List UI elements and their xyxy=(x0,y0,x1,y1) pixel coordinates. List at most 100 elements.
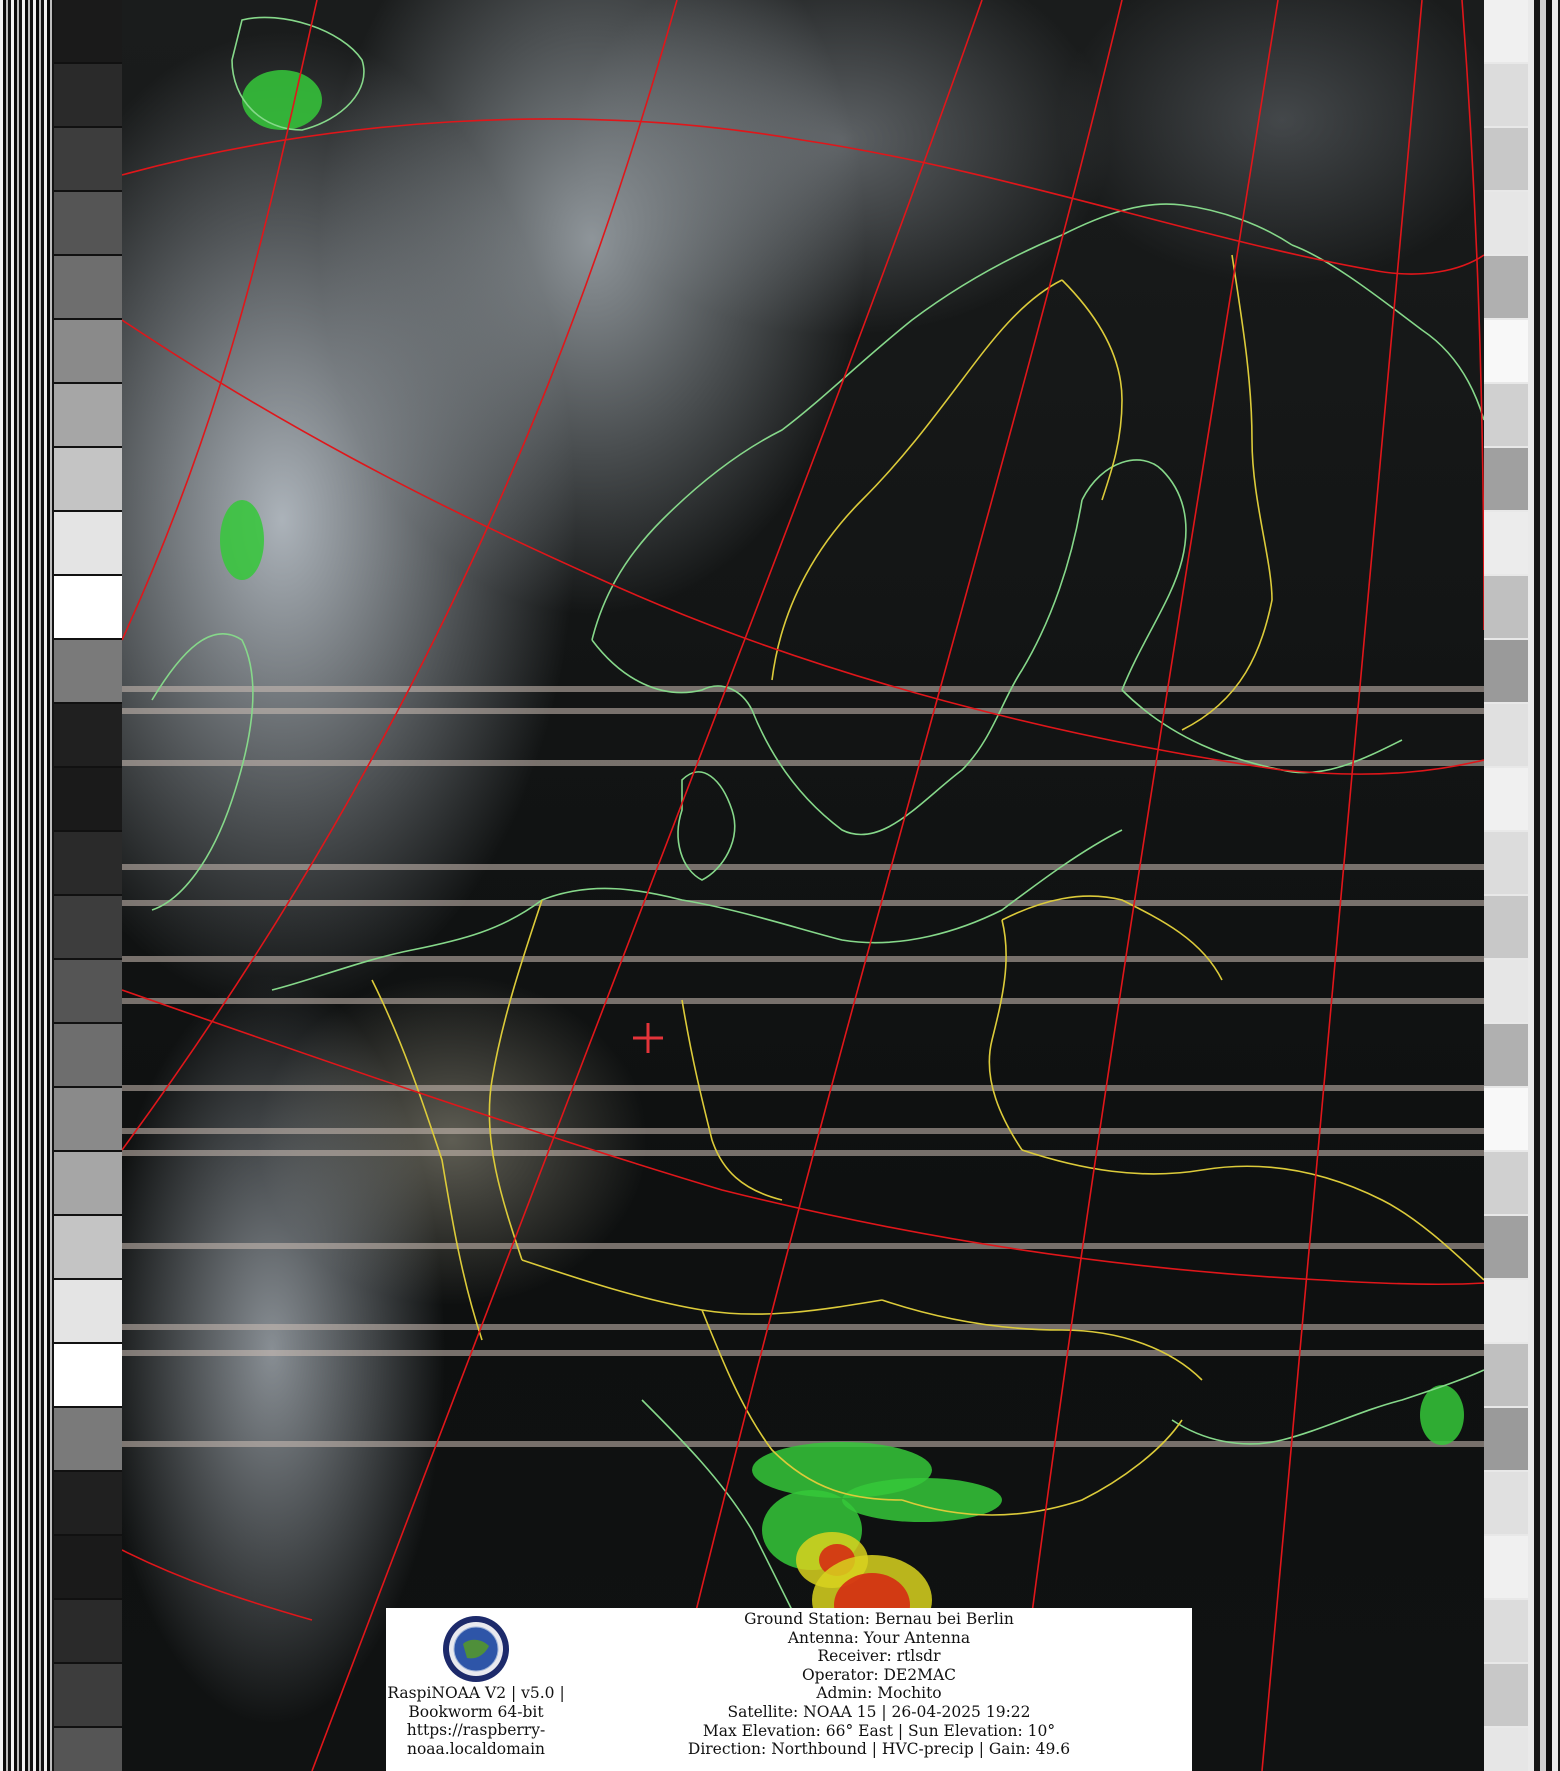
satellite-logo-icon xyxy=(443,1616,509,1682)
telemetry-wedge xyxy=(54,448,122,510)
telemetry-wedge xyxy=(54,1600,122,1662)
sweden-finland-border xyxy=(1061,279,1123,501)
right-sync-strip xyxy=(1528,0,1560,1771)
receiver-line: Receiver: rtlsdr xyxy=(817,1647,941,1666)
telemetry-wedge xyxy=(54,1344,122,1406)
software-line: RaspiNOAA V2 | v5.0 | xyxy=(387,1684,565,1702)
elevation-line: Max Elevation: 66° East | Sun Elevation:… xyxy=(702,1721,1056,1740)
telemetry-wedge xyxy=(1484,1408,1528,1470)
telemetry-wedge xyxy=(1484,384,1528,446)
telemetry-wedge xyxy=(1484,704,1528,766)
right-telemetry-strip xyxy=(1484,0,1528,1771)
telemetry-wedge xyxy=(1484,0,1528,62)
satellite-line: Satellite: NOAA 15 | 26-04-2025 19:22 xyxy=(727,1702,1031,1721)
noise-bands xyxy=(122,686,1484,1447)
meridian-7 xyxy=(1461,0,1484,631)
telemetry-wedge xyxy=(1484,896,1528,958)
meridian-2 xyxy=(122,0,678,1151)
telemetry-wedge xyxy=(1484,1216,1528,1278)
noise-band xyxy=(122,686,1484,692)
telemetry-wedge xyxy=(54,1472,122,1534)
telemetry-wedge xyxy=(1484,256,1528,318)
finland-russia-border xyxy=(1181,254,1273,731)
noise-band xyxy=(122,1128,1484,1134)
telemetry-wedge xyxy=(54,1216,122,1278)
direction-line: Direction: Northbound | HVC-precip | Gai… xyxy=(687,1740,1071,1759)
baltic-south-coast xyxy=(541,829,1123,944)
precip-cell xyxy=(242,70,322,130)
noise-band xyxy=(122,760,1484,766)
precip-cell xyxy=(220,500,264,580)
telemetry-wedge xyxy=(1484,128,1528,190)
telemetry-wedge xyxy=(54,1152,122,1214)
precip-cell xyxy=(1420,1385,1464,1445)
telemetry-wedge xyxy=(1484,640,1528,702)
noise-band xyxy=(122,1243,1484,1249)
map-overlay xyxy=(122,0,1484,1771)
baltics-border xyxy=(1001,895,1223,981)
telemetry-wedge xyxy=(54,128,122,190)
telemetry-wedge xyxy=(54,1088,122,1150)
norway-coast xyxy=(591,203,1293,641)
gulf-of-bothnia xyxy=(1081,459,1187,691)
ground-station-line: Ground Station: Bernau bei Berlin xyxy=(744,1610,1014,1628)
info-panel: RaspiNOAA V2 | v5.0 | Bookworm 64-bit ht… xyxy=(386,1608,1192,1771)
telemetry-wedge xyxy=(54,256,122,318)
france-border xyxy=(371,979,483,1341)
scandinavia-south-coast xyxy=(591,639,753,711)
parallel-3 xyxy=(122,989,1484,1286)
noise-band xyxy=(122,1150,1484,1156)
telemetry-wedge xyxy=(1484,1344,1528,1406)
telemetry-wedge xyxy=(54,704,122,766)
telemetry-wedge xyxy=(54,192,122,254)
meridian-6 xyxy=(1261,0,1423,1771)
antenna-line: Antenna: Your Antenna xyxy=(787,1628,971,1647)
telemetry-wedge xyxy=(1484,960,1528,1022)
telemetry-wedge xyxy=(54,384,122,446)
telemetry-wedge xyxy=(54,1536,122,1598)
software-line: https://raspberry- xyxy=(406,1721,546,1739)
germany-poland-border xyxy=(681,999,783,1201)
telemetry-wedge xyxy=(54,320,122,382)
telemetry-wedge xyxy=(54,1280,122,1342)
noise-band xyxy=(122,900,1484,906)
precipitation-layer xyxy=(220,70,1464,1645)
noise-band xyxy=(122,864,1484,870)
meridian-5 xyxy=(1011,0,1279,1771)
telemetry-wedge xyxy=(1484,64,1528,126)
station-info: Ground Station: Bernau bei Berlin Antenn… xyxy=(566,1610,1192,1759)
telemetry-wedge xyxy=(54,832,122,894)
parallel-1 xyxy=(122,118,1484,275)
north-sea-coast xyxy=(271,899,543,991)
telemetry-wedge xyxy=(54,768,122,830)
noise-band xyxy=(122,1085,1484,1091)
telemetry-wedge xyxy=(54,640,122,702)
telemetry-wedge xyxy=(54,0,122,62)
telemetry-wedge xyxy=(1484,576,1528,638)
parallel-4 xyxy=(122,1549,313,1621)
poland-east-border xyxy=(988,919,1023,1151)
sweden-baltic-coast xyxy=(751,499,1083,836)
noise-band xyxy=(122,956,1484,962)
telemetry-wedge xyxy=(1484,1664,1528,1726)
telemetry-wedge xyxy=(1484,1024,1528,1086)
telemetry-wedge xyxy=(1484,512,1528,574)
ground-station-marker xyxy=(633,1023,663,1053)
logo-area: RaspiNOAA V2 | v5.0 | Bookworm 64-bit ht… xyxy=(386,1608,566,1771)
left-telemetry-strip xyxy=(54,0,122,1771)
noise-band xyxy=(122,998,1484,1004)
telemetry-wedge xyxy=(1484,1536,1528,1598)
telemetry-wedge xyxy=(1484,1728,1528,1771)
telemetry-wedge xyxy=(54,1664,122,1726)
telemetry-wedge xyxy=(54,512,122,574)
software-info: RaspiNOAA V2 | v5.0 | Bookworm 64-bit ht… xyxy=(386,1684,566,1758)
operator-line: Operator: DE2MAC xyxy=(801,1665,957,1684)
telemetry-wedge xyxy=(1484,832,1528,894)
telemetry-wedge xyxy=(1484,1472,1528,1534)
telemetry-wedge xyxy=(1484,768,1528,830)
telemetry-wedge xyxy=(1484,192,1528,254)
denmark xyxy=(677,771,736,881)
telemetry-wedge xyxy=(1484,320,1528,382)
telemetry-wedge xyxy=(54,1024,122,1086)
telemetry-wedge xyxy=(54,576,122,638)
